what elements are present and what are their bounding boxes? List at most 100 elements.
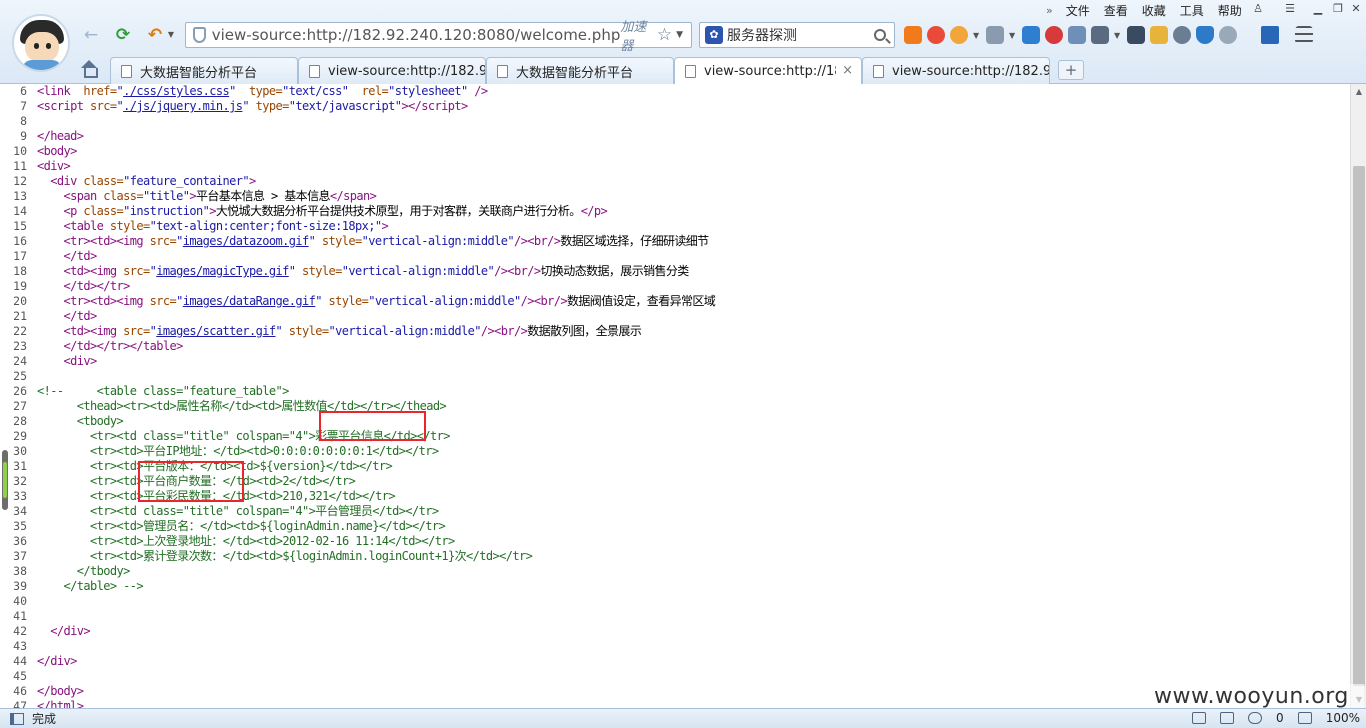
source-view[interactable]: 6 7 8 9 10 11 12 13 14 15 16 17 18 19 20 21 22 23 24 25 26 27… (0, 84, 1350, 708)
skin-dropdown-icon[interactable]: ▼ (973, 31, 981, 40)
screenshot-icon[interactable] (986, 26, 1004, 44)
download-icon[interactable] (1261, 26, 1279, 44)
line-number: 47 (13, 699, 27, 708)
source-line: <script src="./js/jquery.min.js" type="t… (37, 99, 468, 113)
skin-icon[interactable] (950, 26, 968, 44)
restore-icon[interactable]: ❐ (1330, 2, 1346, 16)
line-number: 15 (13, 219, 27, 233)
guard-icon[interactable] (1196, 26, 1214, 44)
line-number: 21 (13, 309, 27, 323)
line-number: 44 (13, 654, 27, 668)
line-number: 42 (13, 624, 27, 638)
tab-bar: 大数据智能分析平台 view-source:http://182.92 大数据智… (0, 56, 1366, 85)
line-number: 12 (13, 174, 27, 188)
line-number: 19 (13, 279, 27, 293)
source-line: <body> (37, 144, 77, 158)
address-dropdown-icon[interactable]: ▼ (676, 30, 683, 40)
scissors-icon[interactable] (1091, 26, 1109, 44)
source-line: </div> (37, 654, 77, 668)
close-window-icon[interactable]: ✕ (1348, 2, 1364, 16)
page-icon (497, 64, 508, 78)
menu-help[interactable]: 帮助 (1211, 2, 1249, 19)
speaker-icon[interactable] (1192, 712, 1207, 724)
translate-icon[interactable] (904, 26, 922, 44)
source-line: </html> (37, 699, 84, 708)
address-input[interactable]: view-source:http://182.92.240.120:8080/w… (212, 26, 621, 44)
tab-close-icon[interactable]: × (842, 63, 853, 78)
scroll-thumb[interactable] (1353, 166, 1365, 686)
source-line (37, 669, 1337, 684)
status-count: 0 (1276, 711, 1284, 725)
page-icon (685, 65, 696, 78)
minimize-icon[interactable]: ▁ (1310, 2, 1326, 16)
zoom-level[interactable]: 100% (1326, 711, 1360, 725)
menu-favorites[interactable]: 收藏 (1135, 2, 1173, 19)
menu-more-icon[interactable]: » (1040, 4, 1059, 17)
tab-label: 大数据智能分析平台 (140, 65, 258, 81)
source-line: </td> (63, 309, 98, 323)
address-bar[interactable]: view-source:http://182.92.240.120:8080/w… (185, 20, 692, 54)
undo-dropdown-icon[interactable]: ▼ (166, 24, 176, 46)
source-line: <thead><tr><td>属性名称</td><td>属性数值</td></t… (37, 399, 447, 413)
home-icon[interactable] (80, 60, 98, 78)
sidebar-handle[interactable] (2, 450, 8, 510)
menu-tools[interactable]: 工具 (1173, 2, 1211, 19)
undo-icon[interactable]: ↶ (144, 24, 166, 46)
tab-4-active[interactable]: view-source:http://182 × (674, 57, 862, 85)
line-number: 7 (20, 99, 27, 113)
menu-icon[interactable] (1295, 26, 1313, 44)
line-number: 8 (20, 114, 27, 128)
menu-file[interactable]: 文件 (1059, 2, 1097, 19)
star-icon[interactable]: ☆ (657, 25, 672, 45)
cloud-icon[interactable] (1173, 26, 1191, 44)
source-line: <tr><td>管理员名：</td><td>${loginAdmin.name}… (37, 519, 446, 533)
new-tab-button[interactable]: + (1058, 60, 1084, 80)
shield-icon (193, 27, 206, 43)
key-icon[interactable] (1150, 26, 1168, 44)
source-line: </tbody> (37, 564, 131, 578)
back-arrow-icon[interactable]: ← (80, 24, 102, 46)
paw-icon[interactable]: ✿ (705, 26, 723, 44)
search-icon[interactable] (874, 29, 886, 41)
source-line: <tr><td><img src="images/datazoom.gif" s… (63, 234, 710, 248)
download-status-icon[interactable] (1297, 712, 1312, 724)
line-number: 41 (13, 609, 27, 623)
source-line: </td></tr></table> (63, 339, 184, 353)
source-line: <td><img src="images/scatter.gif" style=… (63, 324, 642, 338)
tab-1[interactable]: 大数据智能分析平台 (110, 57, 298, 84)
search-input[interactable]: 服务器探测 (727, 25, 874, 45)
scissors-dropdown-icon[interactable]: ▼ (1114, 31, 1122, 40)
accelerator-button[interactable]: 加速器 (620, 16, 648, 54)
source-line: <p class="instruction">大悦城大数据分析平台提供技术原型，… (63, 204, 608, 218)
weibo-icon[interactable] (927, 26, 945, 44)
tab-5[interactable]: view-source:http://182.92 (862, 57, 1050, 84)
screenshot-dropdown-icon[interactable]: ▼ (1009, 31, 1017, 40)
shield-status-icon[interactable] (1248, 712, 1263, 724)
tshirt-icon[interactable]: ♙ (1250, 2, 1266, 16)
source-code[interactable]: <link href="./css/styles.css" type="text… (37, 84, 1337, 708)
source-line: </td></tr> (63, 279, 131, 293)
status-bar: 完成 0 100% (0, 708, 1366, 728)
line-number: 26 (13, 384, 27, 398)
calculator-icon[interactable] (1068, 26, 1086, 44)
tab-3[interactable]: 大数据智能分析平台 (486, 57, 674, 84)
sidebar-toggle-icon[interactable] (10, 712, 24, 725)
network-icon[interactable] (1220, 712, 1235, 724)
tab-2[interactable]: view-source:http://182.92 (298, 57, 486, 84)
source-line: <tr><td>累计登录次数：</td><td>${loginAdmin.log… (37, 549, 533, 563)
line-number: 25 (13, 369, 27, 383)
menu-view[interactable]: 查看 (1097, 2, 1135, 19)
qq-icon[interactable] (1022, 26, 1040, 44)
line-number: 20 (13, 294, 27, 308)
menu-bar: » 文件 查看 收藏 工具 帮助 (1040, 1, 1249, 19)
source-line (37, 114, 1337, 129)
wallet-icon[interactable] (1127, 26, 1145, 44)
scroll-up-icon[interactable]: ▲ (1351, 84, 1366, 100)
line-number: 14 (13, 204, 27, 218)
refresh-icon[interactable]: ⟳ (112, 24, 134, 46)
block-icon[interactable] (1045, 26, 1063, 44)
search-box[interactable]: ✿ 服务器探测 (699, 22, 895, 48)
options-icon[interactable]: ☰ (1282, 2, 1298, 16)
chat-icon[interactable] (1219, 26, 1237, 44)
vertical-scrollbar[interactable]: ▲ ▼ (1350, 84, 1366, 708)
